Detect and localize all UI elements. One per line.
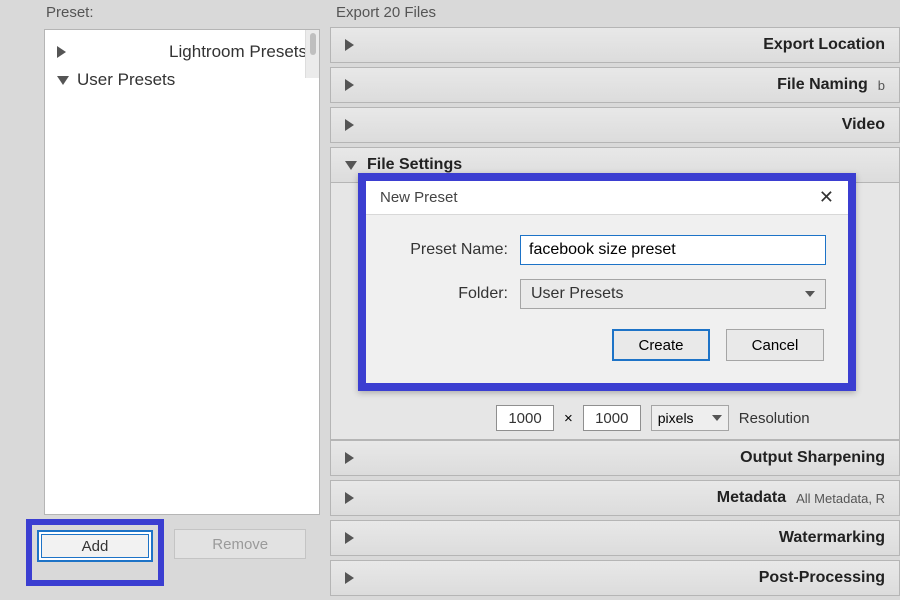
add-highlight: Add [26,519,164,586]
export-header: Export 20 Files [330,0,900,27]
preset-sidebar: Preset: Lightroom Presets User Presets A… [0,0,330,600]
preset-name-label: Preset Name: [388,241,508,259]
dim-separator: × [564,410,573,427]
new-preset-dialog: New Preset ✕ Preset Name: Folder: User P… [358,173,856,391]
preset-label: Lightroom Presets [169,42,307,62]
section-label: Export Location [763,36,885,54]
chevron-down-icon [712,415,722,421]
section-metadata[interactable]: Metadata All Metadata, R [330,480,900,516]
chevron-right-icon [345,39,753,51]
preset-name-input[interactable] [520,235,826,265]
resolution-label: Resolution [739,410,810,427]
height-input[interactable] [583,405,641,431]
section-label: Output Sharpening [740,449,885,467]
add-button-outline: Add [37,530,153,562]
chevron-right-icon [345,492,707,504]
preset-user[interactable]: User Presets [51,66,313,94]
scrollbar[interactable] [305,30,319,78]
section-label: File Naming [777,76,868,94]
section-watermarking[interactable]: Watermarking [330,520,900,556]
dialog-body: Preset Name: Folder: User Presets [366,215,848,319]
chevron-down-icon [805,291,815,297]
close-icon[interactable]: ✕ [815,187,838,208]
section-status: All Metadata, R [796,491,885,506]
preset-header: Preset: [44,0,330,29]
chevron-right-icon [345,452,730,464]
remove-button: Remove [174,529,306,559]
preset-lightroom[interactable]: Lightroom Presets [51,38,313,66]
section-label: Watermarking [779,529,885,547]
preset-label: User Presets [77,70,175,90]
chevron-right-icon [345,79,767,91]
dialog-titlebar: New Preset ✕ [366,181,848,215]
folder-label: Folder: [388,285,508,303]
preset-list: Lightroom Presets User Presets [44,29,320,515]
chevron-right-icon [57,46,161,58]
dialog-actions: Create Cancel [366,319,848,361]
folder-select[interactable]: User Presets [520,279,826,309]
scroll-thumb[interactable] [310,33,316,55]
create-button[interactable]: Create [612,329,710,361]
chevron-right-icon [345,119,832,131]
section-label: Post-Processing [759,569,885,587]
folder-value: User Presets [531,285,623,303]
width-input[interactable] [496,405,554,431]
section-label: File Settings [367,156,462,174]
section-status: b [878,78,885,93]
add-button[interactable]: Add [41,534,149,558]
cancel-button[interactable]: Cancel [726,329,824,361]
dimension-row: × pixels Resolution [496,405,810,431]
unit-value: pixels [658,410,694,426]
dialog-title-text: New Preset [380,189,458,206]
chevron-right-icon [345,572,749,584]
section-video[interactable]: Video [330,107,900,143]
preset-button-row: Add Remove [44,521,320,600]
section-label: Metadata [717,489,786,507]
section-export-location[interactable]: Export Location [330,27,900,63]
chevron-down-icon [57,76,69,85]
section-output-sharpening[interactable]: Output Sharpening [330,440,900,476]
unit-select[interactable]: pixels [651,405,729,431]
chevron-down-icon [345,161,357,170]
section-file-naming[interactable]: File Naming b [330,67,900,103]
section-post-processing[interactable]: Post-Processing [330,560,900,596]
section-label: Video [842,116,885,134]
chevron-right-icon [345,532,769,544]
